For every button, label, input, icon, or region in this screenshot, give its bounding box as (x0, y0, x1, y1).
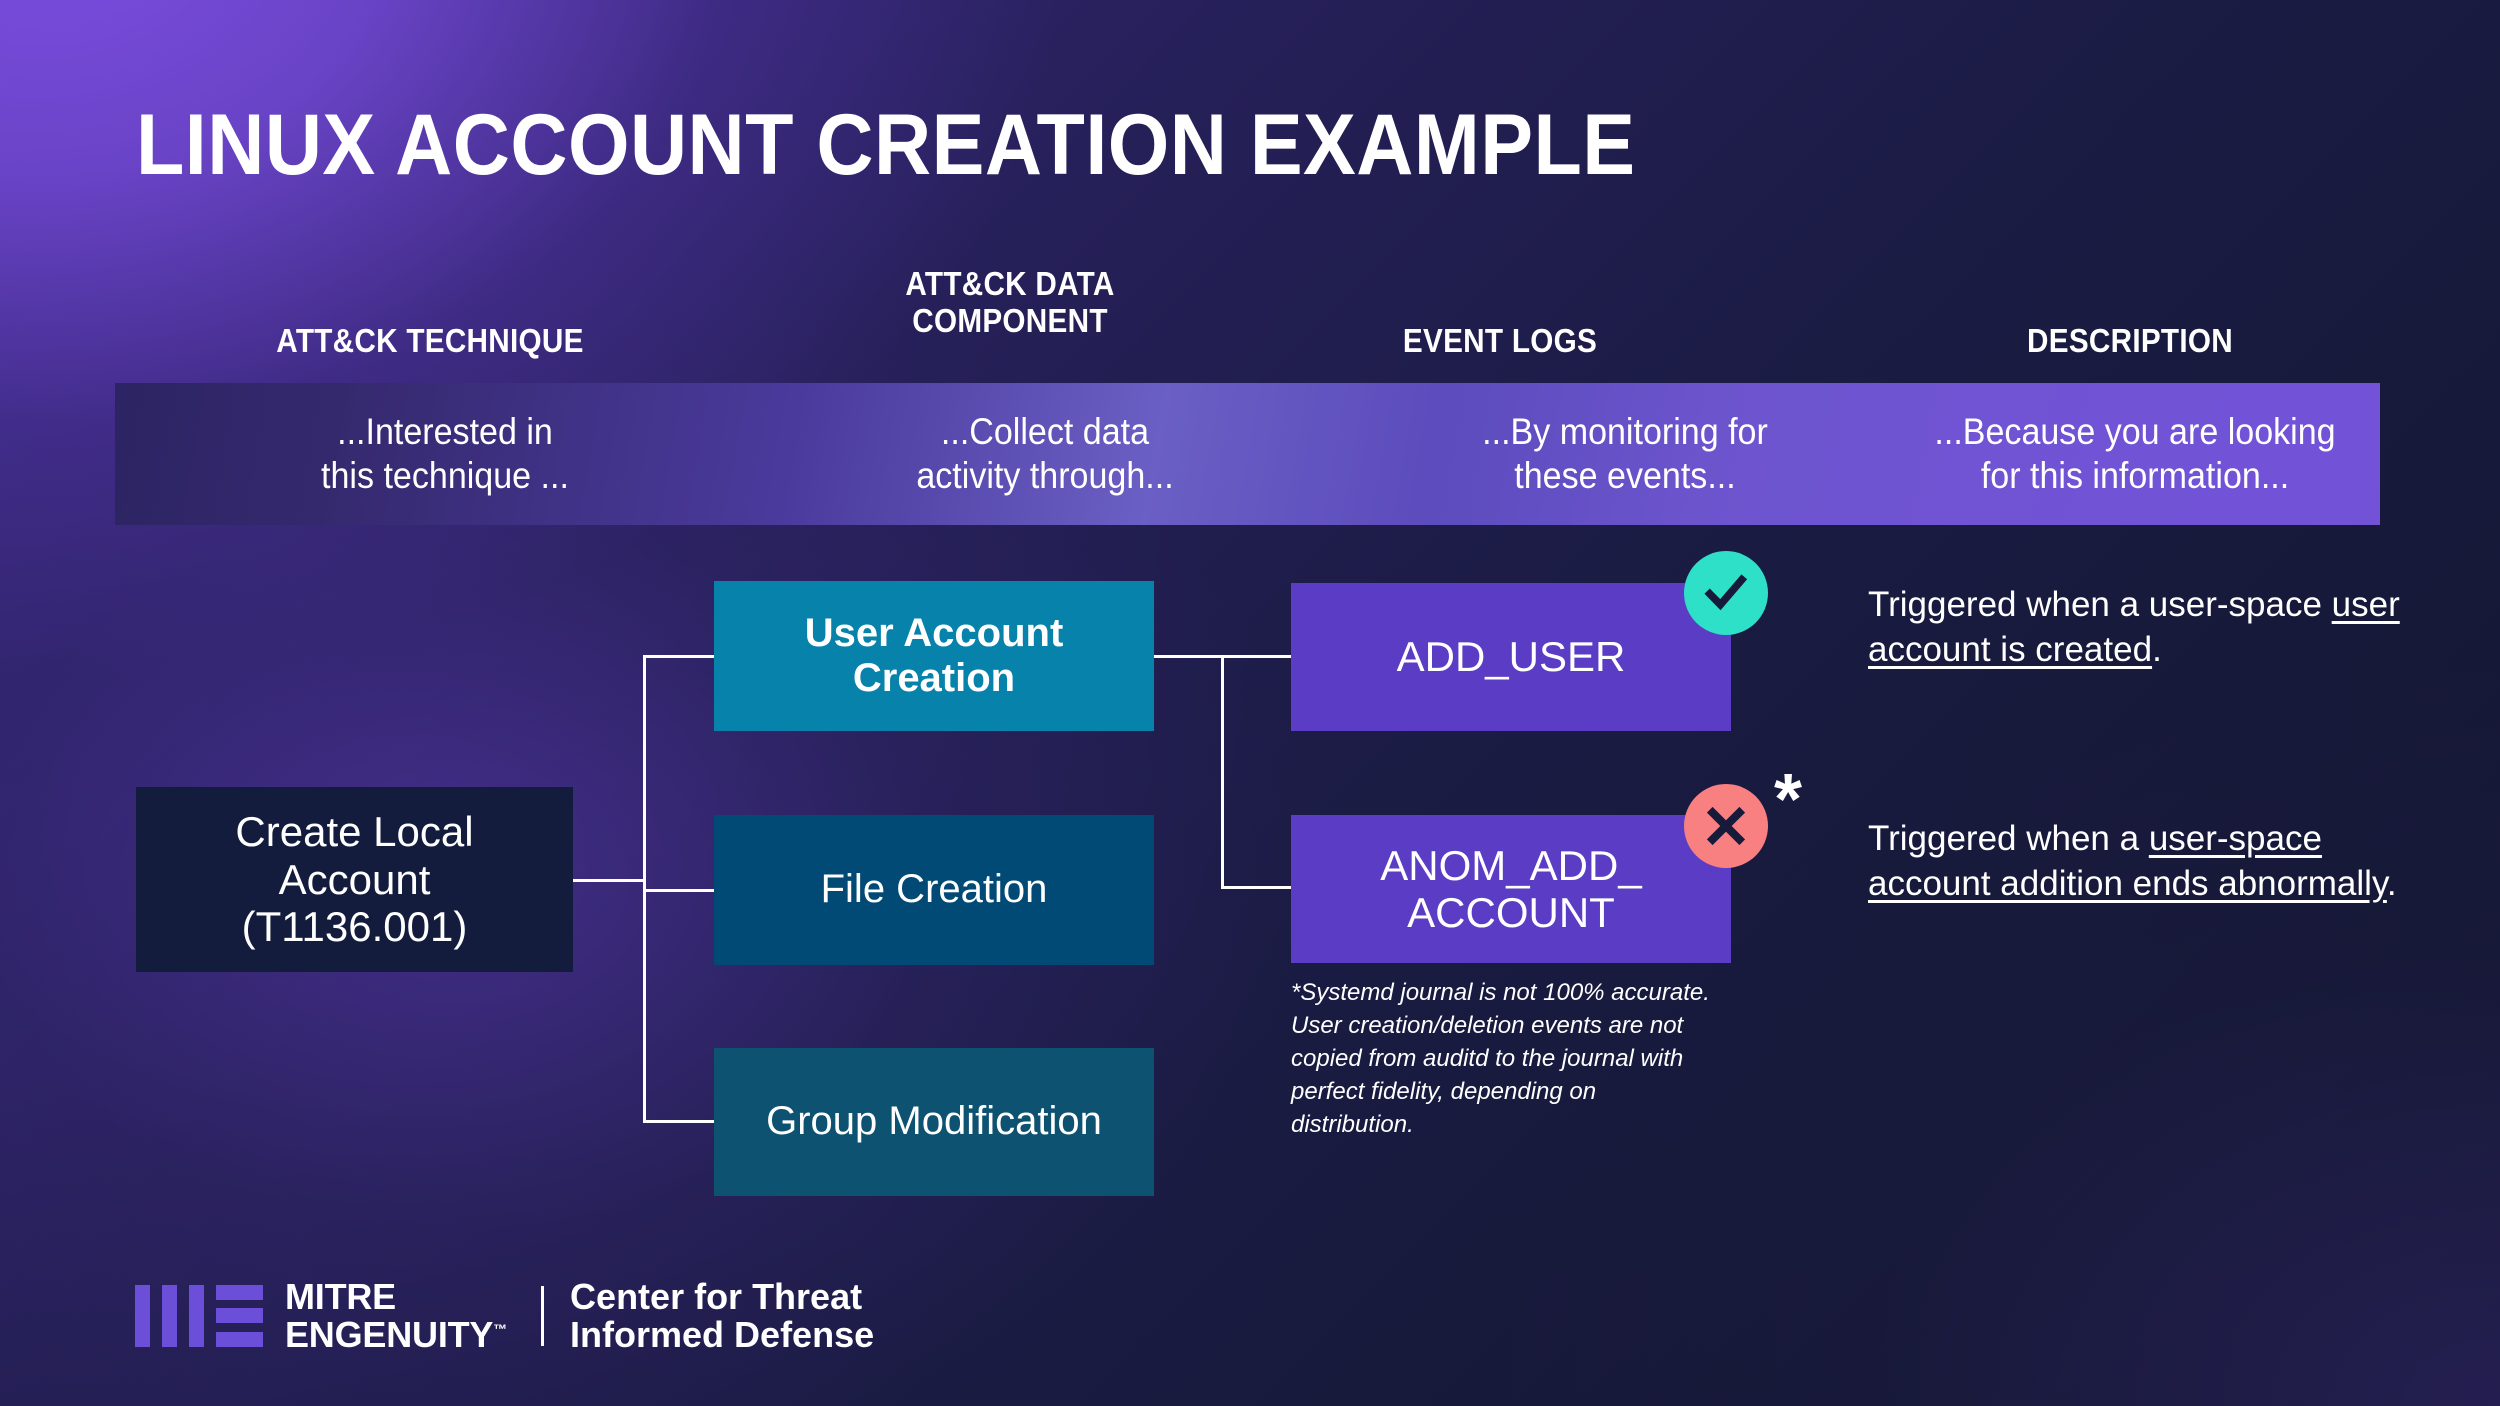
banner-cell-data-component: ...Collect data activity through... (760, 383, 1330, 525)
logo-brand-line2: ENGENUITY (285, 1313, 494, 1355)
logo-partner-line2: Informed Defense (570, 1313, 875, 1355)
connector-uac-stub (1154, 655, 1224, 658)
node-data-component-user-account-creation[interactable]: User Account Creation (714, 581, 1154, 731)
check-icon (1684, 551, 1768, 635)
banner-cell-technique: ...Interested in this technique ... (160, 383, 730, 525)
banner-line: these events... (1514, 455, 1736, 496)
footnote-systemd-journal: *Systemd journal is not 100% accurate. U… (1291, 979, 1710, 1139)
connector-branch-group (643, 1120, 716, 1123)
data-component-line1: User Account (804, 610, 1064, 655)
logo-divider (541, 1285, 545, 1346)
page-title: LINUX ACCOUNT CREATION EXAMPLE (136, 97, 1636, 193)
connector-branch-anom (1221, 886, 1293, 889)
gradient-banner: ...Interested in this technique ... ...C… (115, 383, 2380, 525)
description-prefix: Triggered when a (1868, 819, 2149, 858)
technique-line1: Create Local (235, 808, 474, 856)
column-header-data-component-line1: ATT&CK DATA (905, 265, 1115, 302)
logo-lockup: MITRE ENGENUITY™ Center for Threat Infor… (135, 1278, 874, 1354)
node-data-component-group-modification[interactable]: Group Modification (714, 1048, 1154, 1196)
data-component-line1: Group Modification (766, 1099, 1102, 1144)
node-event-log-add-user[interactable]: ADD_USER (1291, 583, 1731, 731)
event-log-line1: ADD_USER (1396, 633, 1626, 681)
logo-brand-line1: MITRE (285, 1276, 396, 1317)
x-icon (1684, 784, 1768, 868)
connector-eventlog-trunk (1221, 655, 1224, 888)
data-component-line1: File Creation (820, 867, 1048, 912)
column-header-description: DESCRIPTION (2027, 322, 2233, 359)
connector-technique-stub (573, 879, 645, 882)
banner-line: ...Collect data (940, 410, 1150, 452)
logo-partner-text: Center for Threat Informed Defense (570, 1278, 874, 1354)
banner-line: ...By monitoring for (1482, 410, 1768, 452)
technique-line2: Account (278, 855, 431, 903)
column-header-technique: ATT&CK TECHNIQUE (276, 322, 584, 359)
banner-line: ...Interested in (337, 410, 553, 452)
data-component-line2: Creation (852, 656, 1016, 700)
banner-line: for this information... (1980, 455, 2290, 496)
asterisk-marker: * (1774, 760, 1803, 840)
logo-brand-text: MITRE ENGENUITY™ (285, 1278, 507, 1354)
description-add-user: Triggered when a user-space user account… (1868, 583, 2428, 673)
banner-cell-description: ...Because you are looking for this info… (1914, 383, 2356, 525)
node-data-component-file-creation[interactable]: File Creation (714, 815, 1154, 965)
banner-cell-event-logs: ...By monitoring for these events... (1367, 383, 1882, 525)
description-suffix: . (2386, 863, 2397, 903)
slide-canvas: LINUX ACCOUNT CREATION EXAMPLE ATT&CK TE… (0, 0, 2500, 1406)
description-prefix: Triggered when a user-space (1868, 585, 2332, 624)
logo-partner-line1: Center for Threat (570, 1276, 863, 1317)
event-log-line2: ACCOUNT (1407, 889, 1615, 936)
event-log-line1: ANOM_ADD_ (1380, 841, 1642, 889)
node-technique-create-local-account[interactable]: Create Local Account (T1136.001) (136, 787, 573, 972)
description-suffix: . (2152, 629, 2162, 669)
technique-id: (T1136.001) (241, 903, 468, 951)
trademark-icon: ™ (493, 1320, 508, 1337)
banner-line: activity through... (916, 455, 1174, 496)
description-anom-add-account: Triggered when a user-space account addi… (1868, 817, 2448, 907)
banner-line: ...Because you are looking (1934, 410, 2336, 452)
connector-branch-file (643, 889, 716, 892)
mitre-engenuity-logo-icon (135, 1284, 263, 1347)
connector-branch-uac (643, 655, 716, 658)
connector-branch-adduser (1221, 655, 1293, 658)
column-header-event-logs: EVENT LOGS (1402, 322, 1598, 359)
logo-brand-line2-wrap: ENGENUITY™ (285, 1313, 508, 1355)
banner-line: this technique ... (321, 455, 569, 496)
node-event-log-anom-add-account[interactable]: ANOM_ADD_ ACCOUNT (1291, 815, 1731, 963)
